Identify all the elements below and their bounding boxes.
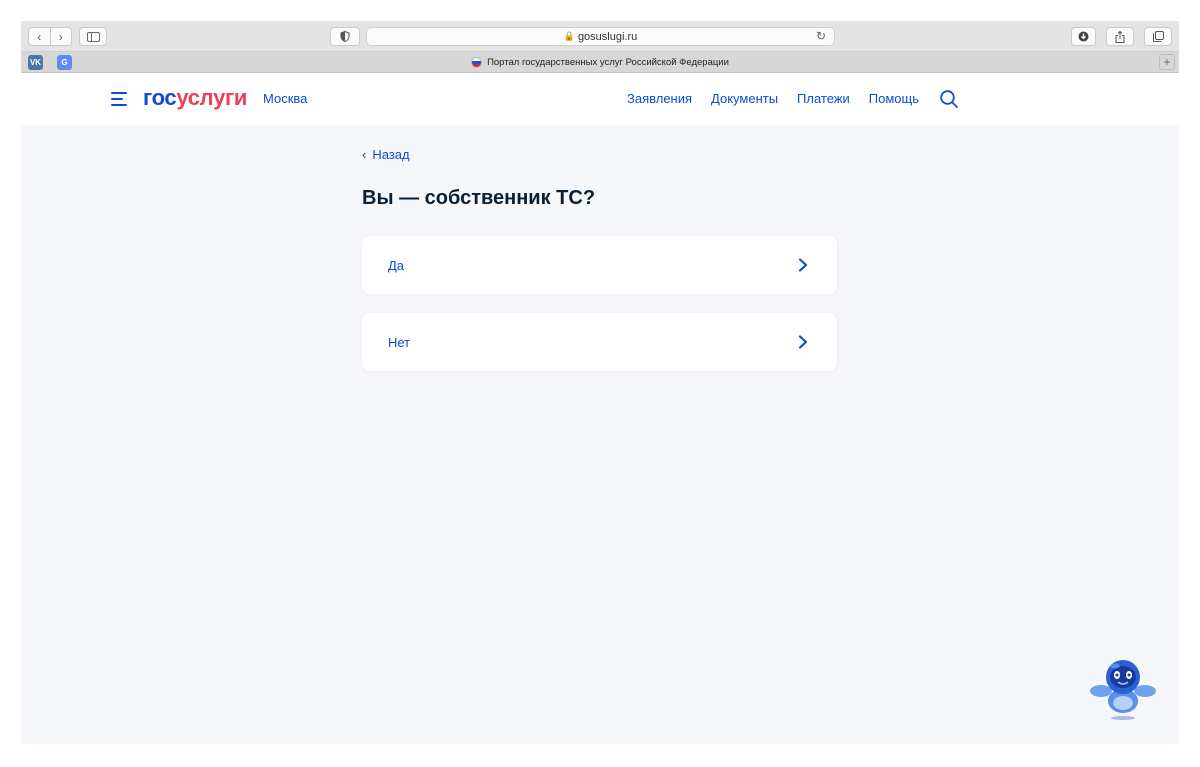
download-icon <box>1078 31 1089 42</box>
option-yes[interactable]: Да <box>362 236 837 294</box>
nav-applications[interactable]: Заявления <box>627 91 692 106</box>
search-icon[interactable] <box>939 89 959 109</box>
option-no-label: Нет <box>388 334 411 350</box>
sidebar-icon <box>86 31 100 42</box>
back-arrow-icon[interactable]: ‹ <box>29 28 51 45</box>
back-label: Назад <box>372 147 410 162</box>
option-no[interactable]: Нет <box>362 313 837 371</box>
tabs-overview-button[interactable] <box>1144 27 1172 46</box>
tabs-icon <box>1152 31 1164 42</box>
url-text: gosuslugi.ru <box>577 30 638 43</box>
tab-title: Портал государственных услуг Российской … <box>487 57 729 68</box>
logo-part-uslugi: услуги <box>176 85 248 110</box>
nav-documents[interactable]: Документы <box>711 91 778 106</box>
robot-assistant-icon[interactable] <box>1089 655 1157 721</box>
russian-flag-icon <box>471 57 483 68</box>
main-nav: Заявления Документы Платежи Помощь <box>627 91 919 106</box>
translate-bookmark-icon[interactable]: G <box>57 55 72 70</box>
share-button[interactable] <box>1106 27 1134 46</box>
shield-icon <box>340 31 350 42</box>
chevron-right-icon <box>798 258 808 272</box>
history-buttons: ‹ › <box>28 27 72 46</box>
privacy-shield-button[interactable] <box>330 27 360 46</box>
new-tab-button[interactable]: + <box>1159 54 1175 70</box>
sidebar-toggle-button[interactable] <box>79 27 107 46</box>
city-selector[interactable]: Москва <box>263 91 307 106</box>
browser-toolbar: ‹ › 🔒 gosuslugi.ru ↻ <box>21 21 1179 52</box>
browser-window: ‹ › 🔒 gosuslugi.ru ↻ Портал государствен… <box>21 21 1179 744</box>
chevron-right-icon <box>798 335 808 349</box>
chevron-left-icon: ‹ <box>362 147 367 162</box>
logo-part-gos: гос <box>143 85 177 110</box>
vk-bookmark-icon[interactable]: VK <box>28 55 43 70</box>
hamburger-menu-icon[interactable] <box>111 92 127 106</box>
downloads-button[interactable] <box>1071 27 1096 46</box>
nav-payments[interactable]: Платежи <box>797 91 850 106</box>
share-icon <box>1115 30 1125 43</box>
reload-icon[interactable]: ↻ <box>816 29 826 43</box>
gosuslugi-logo[interactable]: госуслуги <box>143 85 247 111</box>
address-bar[interactable]: 🔒 gosuslugi.ru ↻ <box>366 27 835 46</box>
site-header: госуслуги Москва Заявления Документы Пла… <box>21 73 1179 125</box>
back-link[interactable]: ‹ Назад <box>362 147 410 162</box>
active-tab[interactable]: Портал государственных услуг Российской … <box>21 52 1179 73</box>
page-title: Вы — собственник ТС? <box>362 187 596 209</box>
option-yes-label: Да <box>388 257 405 273</box>
nav-help[interactable]: Помощь <box>869 91 919 106</box>
forward-arrow-icon[interactable]: › <box>51 28 72 45</box>
tab-bar: Портал государственных услуг Российской … <box>21 52 1179 73</box>
lock-icon: 🔒 <box>563 31 575 41</box>
